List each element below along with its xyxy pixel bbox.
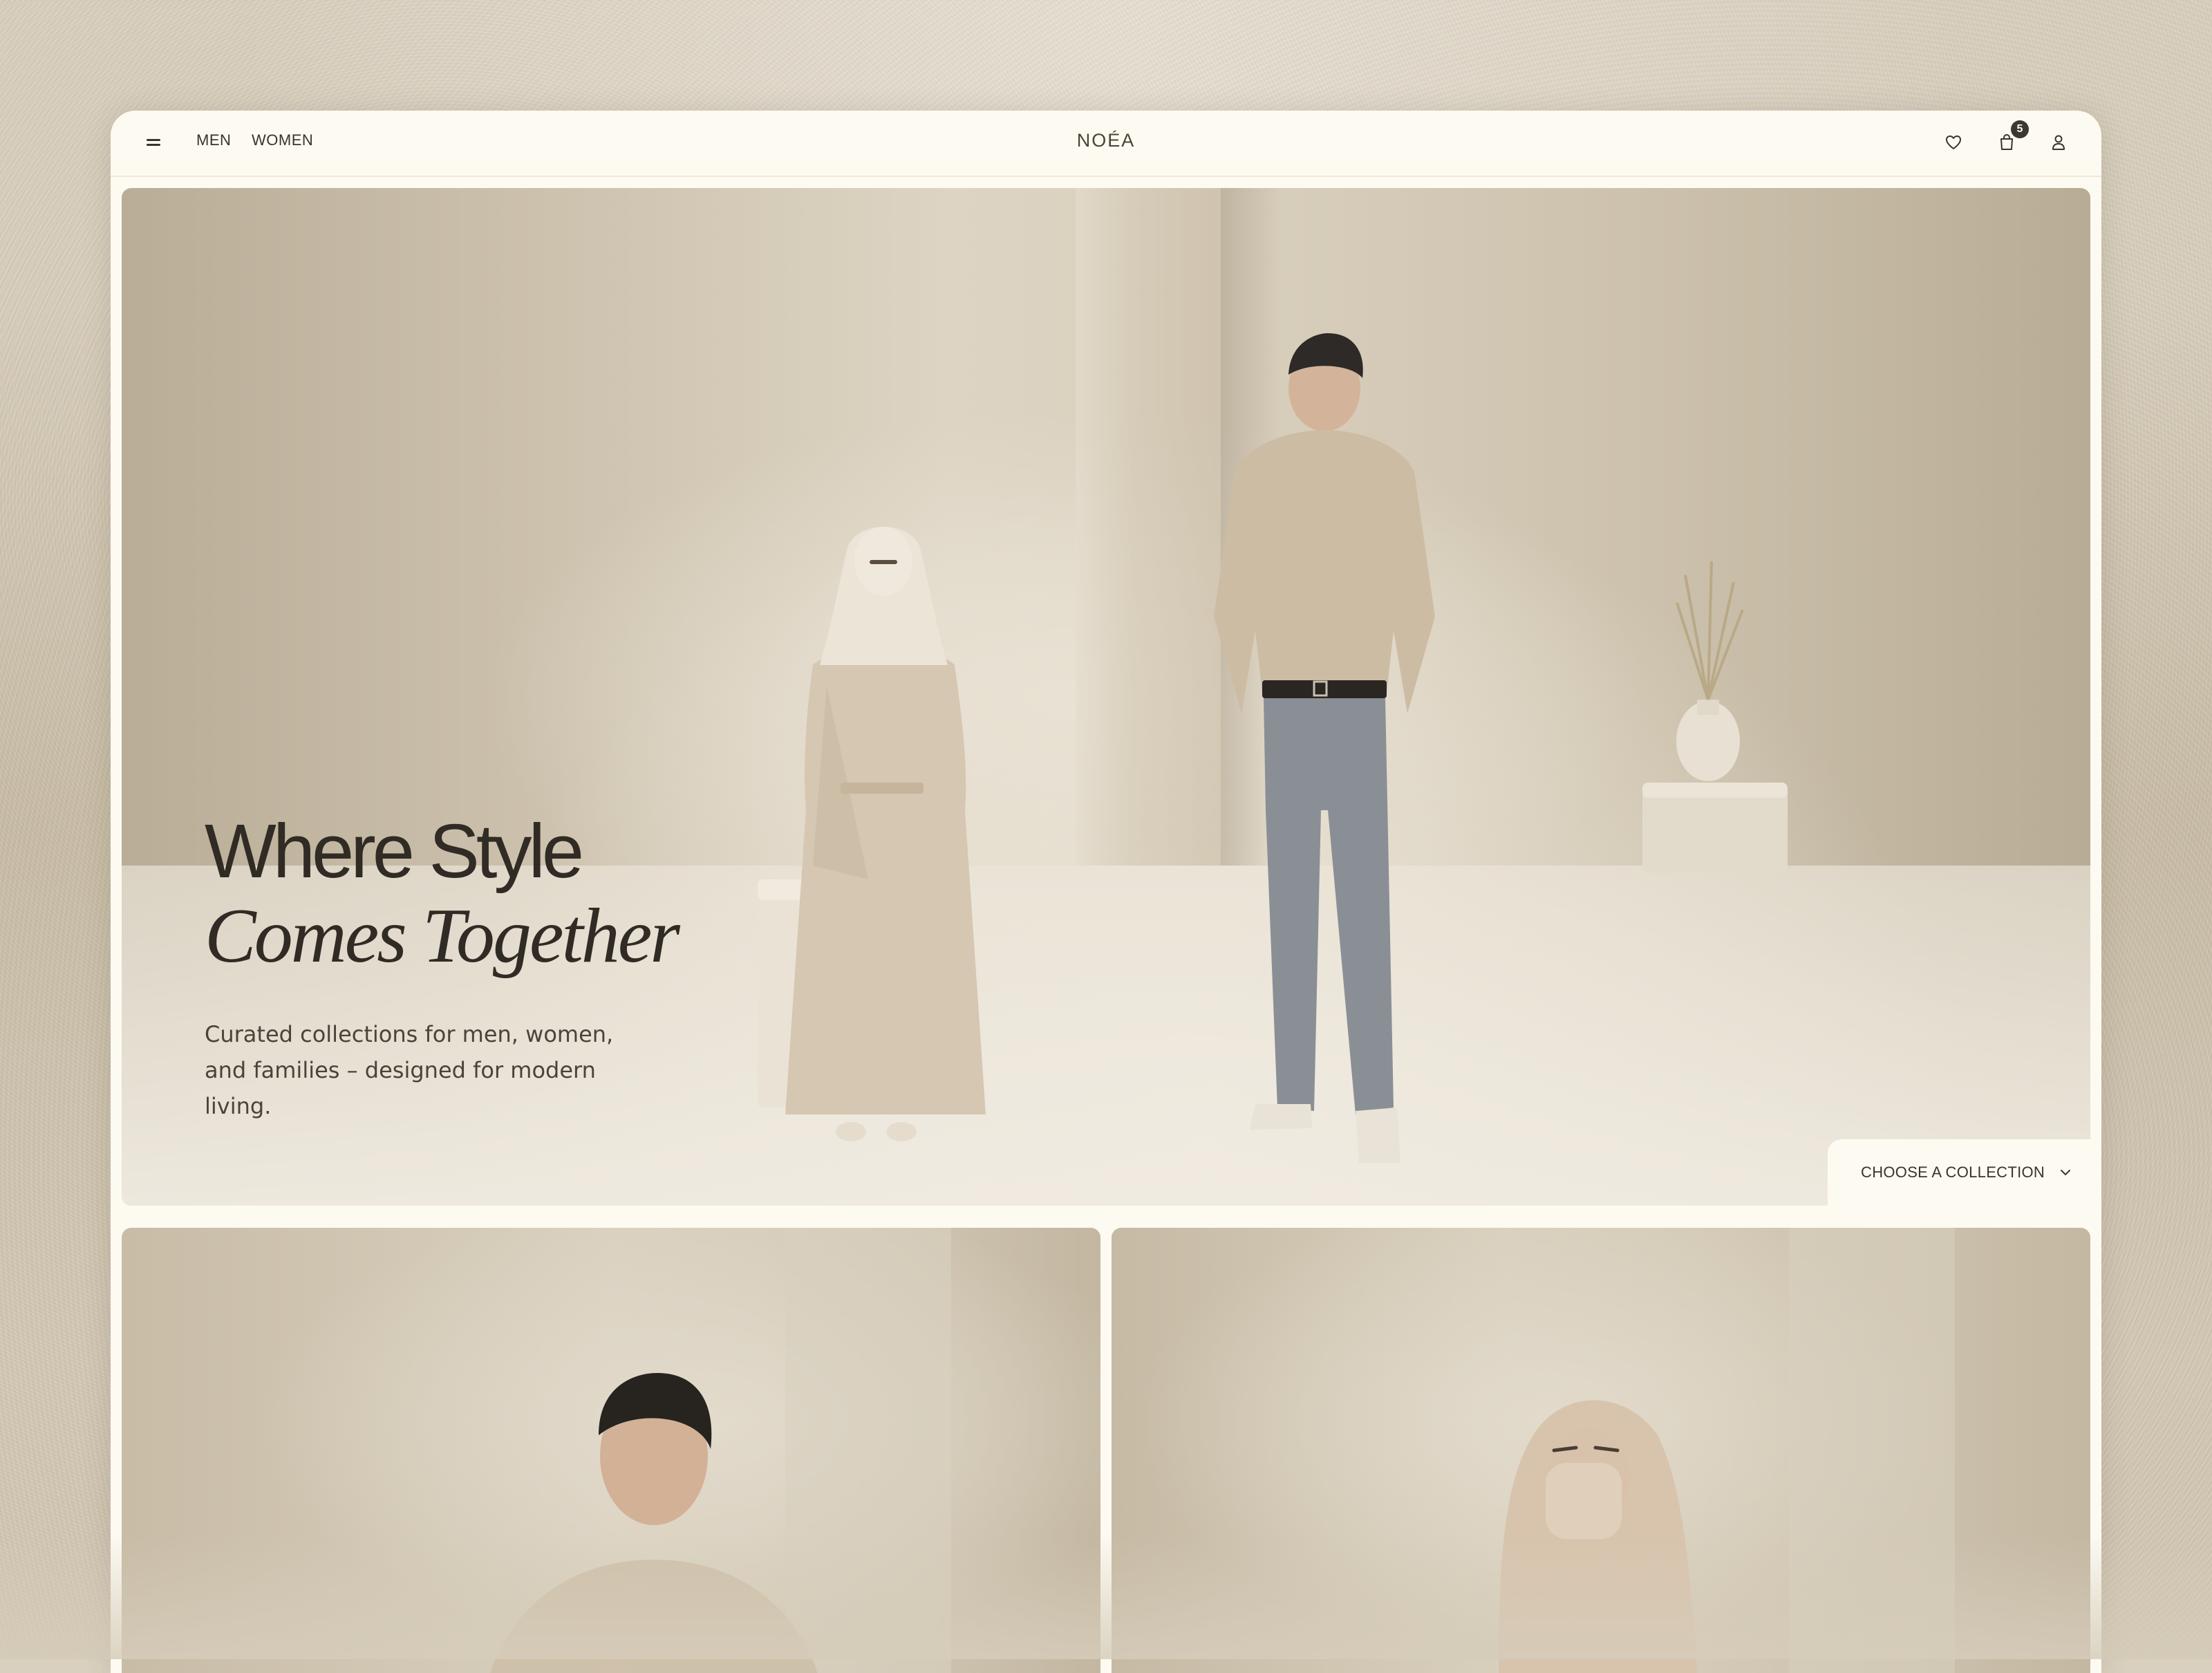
cart-count-badge: 5	[2011, 120, 2029, 138]
hero-title-line1: Where Style	[205, 809, 584, 894]
woman-figure	[785, 527, 986, 1141]
vase-decoration	[1642, 561, 1788, 872]
wishlist-button[interactable]	[1941, 130, 1966, 155]
man-figure	[1214, 333, 1435, 1163]
site-header: MEN WOMEN NOÉA 5	[111, 111, 2101, 177]
choose-collection-label: CHOOSE A COLLECTION	[1861, 1163, 2045, 1181]
cart-button[interactable]: 5	[1994, 120, 2029, 155]
hero-title-line2: Comes Together	[205, 893, 680, 979]
choose-collection-dropdown[interactable]: CHOOSE A COLLECTION	[1828, 1139, 2090, 1206]
hero-subtitle: Curated collections for men, women, and …	[205, 1021, 614, 1119]
men-collection-card[interactable]	[122, 1228, 1100, 1673]
women-collection-card[interactable]	[1112, 1228, 2090, 1673]
chevron-down-icon	[2061, 1170, 2071, 1175]
site-frame: MEN WOMEN NOÉA 5 Where Style Comes Toget…	[111, 111, 2101, 1673]
account-button[interactable]	[2046, 130, 2071, 155]
user-icon	[2052, 135, 2065, 150]
hero-title: Where Style Comes Together	[205, 809, 680, 980]
women-collection-photo	[1499, 1228, 1955, 1673]
men-collection-photo	[490, 1228, 951, 1673]
brand-logo[interactable]: NOÉA	[111, 130, 2101, 151]
heart-icon	[1946, 135, 1961, 149]
hero-banner: Where Style Comes Together Curated colle…	[122, 188, 2090, 1206]
